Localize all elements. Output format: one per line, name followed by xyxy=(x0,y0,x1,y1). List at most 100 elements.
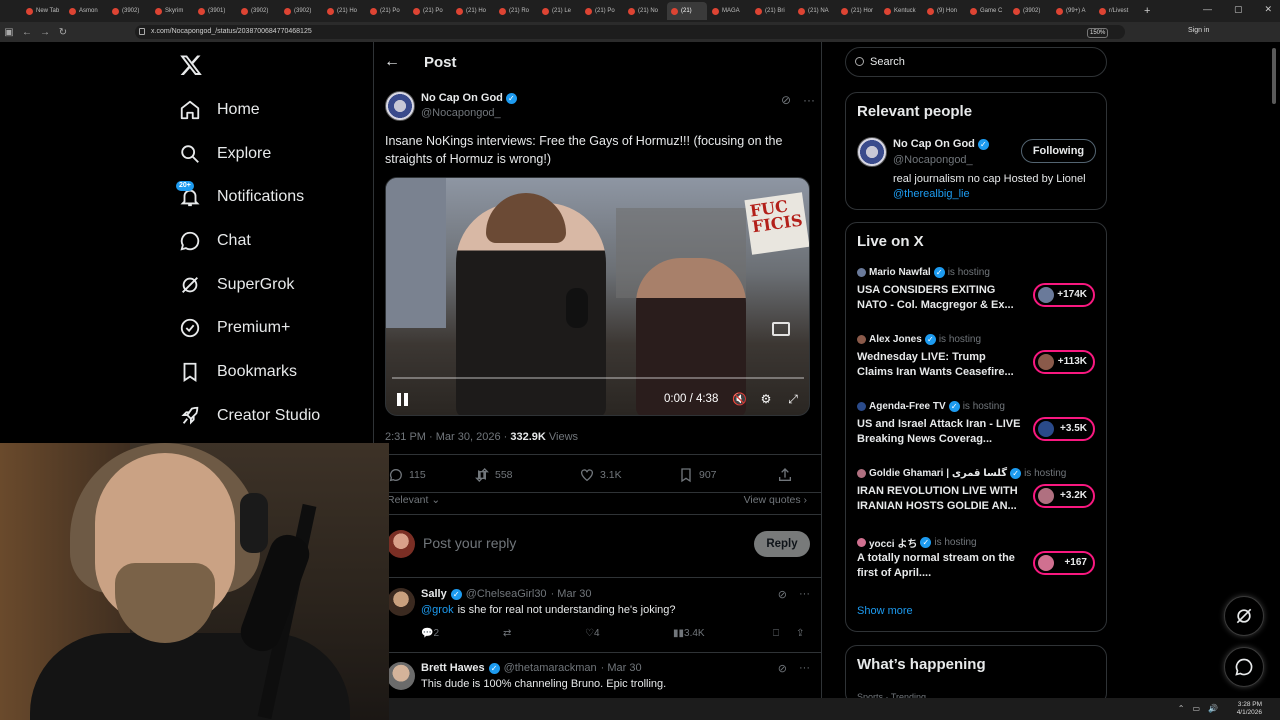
browser-tab[interactable]: (21) NA xyxy=(794,2,836,20)
sign-in-button[interactable]: Sign in xyxy=(1188,27,1209,34)
grok-icon[interactable]: ⊘ xyxy=(781,93,791,107)
reply-author-name[interactable]: Brett Hawes xyxy=(421,662,485,674)
browser-tab[interactable]: (21) Hor xyxy=(837,2,879,20)
author-avatar[interactable] xyxy=(385,91,415,121)
nav-item-chat[interactable]: Chat xyxy=(177,219,320,263)
browser-tab[interactable]: (21) Le xyxy=(538,2,580,20)
browser-tab[interactable]: (21) Ro xyxy=(495,2,537,20)
nav-item-bookmarks[interactable]: Bookmarks xyxy=(177,350,320,394)
reply-author-handle[interactable]: @thetamarackman xyxy=(504,662,597,674)
browser-tab[interactable]: (21) Ho xyxy=(452,2,494,20)
browser-tab[interactable]: (21) Bri xyxy=(751,2,793,20)
live-stream-item[interactable]: Agenda-Free TV ✓ is hosting US and Israel A… xyxy=(857,401,1097,461)
nav-item-explore[interactable]: Explore xyxy=(177,132,320,176)
nav-item-creator-studio[interactable]: Creator Studio xyxy=(177,394,320,438)
zoom-level[interactable]: 150% xyxy=(1087,28,1109,38)
grok-button[interactable] xyxy=(1224,596,1264,636)
following-button[interactable]: Following xyxy=(1021,139,1096,163)
browser-tab[interactable]: Asmon xyxy=(65,2,107,20)
new-tab-button[interactable]: + xyxy=(1144,5,1150,17)
listener-count-badge[interactable]: +3.5K xyxy=(1033,417,1095,441)
reply-item[interactable]: Brett Hawes ✓ @thetamarackman · Mar 30 ⊘… xyxy=(387,662,812,702)
post-timestamp[interactable]: 2:31 PM · Mar 30, 2026 · xyxy=(385,431,510,443)
reload-icon[interactable]: ↻ xyxy=(54,27,72,38)
live-stream-item[interactable]: Mario Nawfal ✓ is hosting USA CONSIDERS EXI… xyxy=(857,267,1097,327)
back-arrow-icon[interactable]: ← xyxy=(384,53,400,71)
share-action[interactable] xyxy=(777,467,793,483)
browser-tab[interactable]: (21) Po xyxy=(366,2,408,20)
network-icon[interactable]: ▭ xyxy=(1192,704,1200,713)
picture-in-picture-icon[interactable] xyxy=(772,322,790,336)
reply-button[interactable]: Reply xyxy=(754,531,810,557)
browser-tab[interactable]: Kentuck xyxy=(880,2,922,20)
author-handle[interactable]: @Nocapongod_ xyxy=(421,107,501,119)
repost-action[interactable]: 558 xyxy=(474,467,513,483)
more-options-icon[interactable]: ··· xyxy=(799,588,810,601)
listener-count-badge[interactable]: +167 xyxy=(1033,551,1095,575)
reply-action[interactable]: 115 xyxy=(388,467,426,483)
reply-author-name[interactable]: Sally xyxy=(421,588,447,600)
browser-tab[interactable]: (9) Hon xyxy=(923,2,965,20)
listener-count-badge[interactable]: +3.2K xyxy=(1033,484,1095,508)
reply-avatar[interactable] xyxy=(387,662,415,690)
live-stream-item[interactable]: yocci よち ✓ is hosting A totally normal stre… xyxy=(857,535,1097,595)
minimize-icon[interactable]: — xyxy=(1203,4,1212,15)
page-scrollbar[interactable] xyxy=(1270,44,1278,698)
maximize-icon[interactable]: ▢ xyxy=(1234,4,1243,15)
search-input[interactable]: Search xyxy=(845,47,1107,77)
bio-mention-link[interactable]: @therealbig_lie xyxy=(893,188,970,200)
nav-item-home[interactable]: Home xyxy=(177,88,320,132)
browser-tab[interactable]: (3902) xyxy=(1009,2,1051,20)
avatar[interactable] xyxy=(857,137,887,167)
messages-button[interactable] xyxy=(1224,647,1264,687)
view-quotes-link[interactable]: View quotes › xyxy=(744,494,807,506)
browser-tab[interactable]: (21) No xyxy=(624,2,666,20)
show-more-link[interactable]: Show more xyxy=(857,605,913,617)
bookmark-action[interactable]: 907 xyxy=(678,467,717,483)
more-options-icon[interactable]: ··· xyxy=(799,662,810,675)
sort-replies-dropdown[interactable]: Relevant ⌄ xyxy=(387,494,440,506)
fullscreen-icon[interactable]: ⤢ xyxy=(786,392,800,406)
reply-item[interactable]: Sally ✓ @ChelseaGirl30 · Mar 30 ⊘ ··· @g… xyxy=(387,588,812,648)
more-options-icon[interactable]: ··· xyxy=(803,93,815,107)
close-window-icon[interactable]: ✕ xyxy=(1264,4,1272,15)
reply-like-action[interactable]: ♡ 4 xyxy=(585,628,600,639)
volume-icon[interactable]: 🔊 xyxy=(1208,704,1218,713)
pause-icon[interactable] xyxy=(397,393,409,406)
reply-date[interactable]: · Mar 30 xyxy=(551,588,592,600)
browser-tab[interactable]: (21) Ho xyxy=(323,2,365,20)
video-player[interactable]: FUC FICIS 0:00 / 4:38 🔇 ⚙ ⤢ xyxy=(385,177,810,416)
url-field[interactable]: x.com/Nocapongod_/status/203870068477046… xyxy=(135,25,1125,39)
live-stream-item[interactable]: Alex Jones ✓ is hosting Wednesday LIVE: Tru… xyxy=(857,334,1097,394)
reply-avatar[interactable] xyxy=(387,588,415,616)
host-name[interactable]: Mario Nawfal xyxy=(869,267,931,278)
browser-tab[interactable]: (3902) xyxy=(108,2,150,20)
host-name[interactable]: Alex Jones xyxy=(869,334,922,345)
listener-count-badge[interactable]: +174K xyxy=(1033,283,1095,307)
nav-item-premium[interactable]: Premium+ xyxy=(177,306,320,350)
reply-date[interactable]: · Mar 30 xyxy=(601,662,642,674)
browser-tab[interactable]: MAGA xyxy=(708,2,750,20)
browser-tab[interactable]: Game C xyxy=(966,2,1008,20)
reply-author-handle[interactable]: @ChelseaGirl30 xyxy=(466,588,547,600)
host-name[interactable]: Agenda-Free TV xyxy=(869,401,946,412)
tray-chevron-icon[interactable]: ⌃ xyxy=(1178,704,1185,713)
browser-tab[interactable]: (99+) A xyxy=(1052,2,1094,20)
scrollbar-thumb[interactable] xyxy=(1272,48,1276,104)
mute-icon[interactable]: 🔇 xyxy=(732,392,747,406)
person-handle[interactable]: @Nocapongod_ xyxy=(893,154,973,166)
browser-tab[interactable]: r/Livest xyxy=(1095,2,1137,20)
forward-icon[interactable]: → xyxy=(36,27,54,38)
reply-repost-action[interactable]: ⇄ xyxy=(503,628,511,639)
browser-tab[interactable]: (21) Po xyxy=(581,2,623,20)
listener-count-badge[interactable]: +113K xyxy=(1033,350,1095,374)
reply-input[interactable]: Post your reply xyxy=(423,535,516,551)
host-name[interactable]: Goldie Ghamari | گلسا قمری xyxy=(869,468,1007,479)
browser-tab[interactable]: (3902) xyxy=(280,2,322,20)
site-info-icon[interactable] xyxy=(139,28,145,35)
reply-views-action[interactable]: ▮▮ 3.4K xyxy=(673,628,705,639)
reply-reply-action[interactable]: 💬 2 xyxy=(421,628,439,639)
settings-gear-icon[interactable]: ⚙ xyxy=(759,392,773,406)
browser-tab[interactable]: (3902) xyxy=(237,2,279,20)
browser-tab[interactable]: (21) xyxy=(667,2,707,20)
